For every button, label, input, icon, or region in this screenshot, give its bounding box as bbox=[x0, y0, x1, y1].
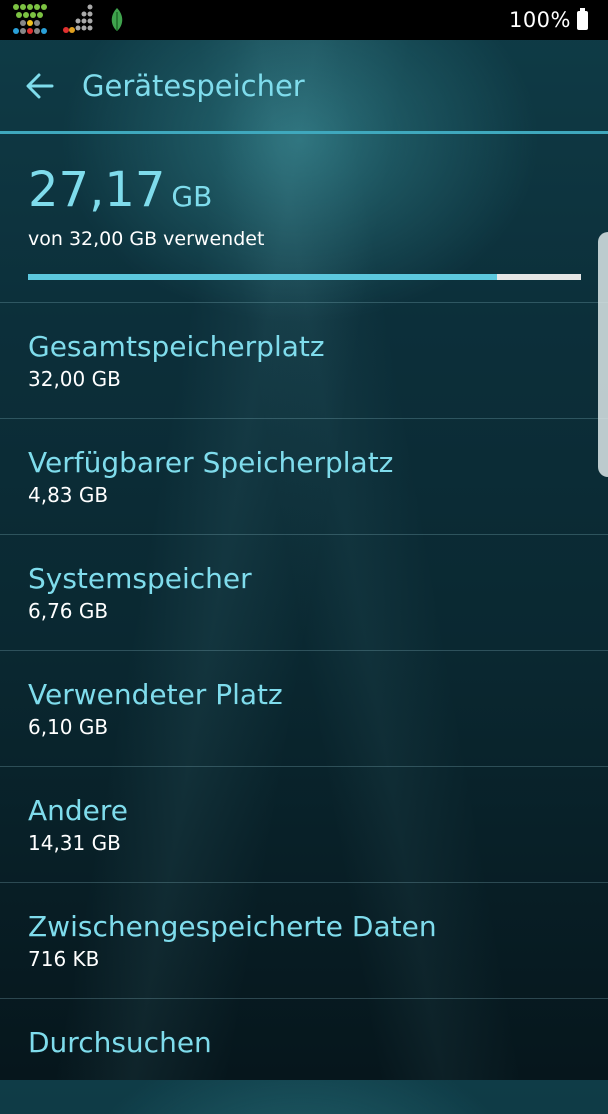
list-item-title: Verfügbarer Speicherplatz bbox=[28, 446, 394, 479]
used-storage-unit: GB bbox=[171, 180, 213, 213]
list-item-value: 32,00 GB bbox=[28, 367, 121, 391]
list-item-value: 6,76 GB bbox=[28, 599, 109, 623]
game-app-icon bbox=[13, 4, 47, 34]
battery-icon bbox=[577, 7, 588, 30]
signal-strength-icon bbox=[63, 4, 93, 33]
used-storage-value: 27,17 bbox=[28, 162, 166, 218]
list-item-title: Verwendeter Platz bbox=[28, 678, 283, 711]
storage-summary: 27,17 GB von 32,00 GB verwendet bbox=[28, 160, 581, 280]
list-item-browse[interactable]: Durchsuchen bbox=[0, 998, 608, 1114]
back-button[interactable] bbox=[20, 66, 60, 106]
list-item-value: 14,31 GB bbox=[28, 831, 121, 855]
list-item-title: Gesamtspeicherplatz bbox=[28, 330, 325, 363]
battery-percentage: 100% bbox=[508, 8, 571, 32]
list-item-system-storage[interactable]: Systemspeicher 6,76 GB bbox=[0, 534, 608, 650]
list-item-value: 4,83 GB bbox=[28, 483, 109, 507]
list-item-title: Systemspeicher bbox=[28, 562, 252, 595]
app-bar: Gerätespeicher bbox=[0, 40, 608, 132]
list-item-available-storage[interactable]: Verfügbarer Speicherplatz 4,83 GB bbox=[0, 418, 608, 534]
list-item-value: 6,10 GB bbox=[28, 715, 109, 739]
list-item-title: Durchsuchen bbox=[28, 1026, 212, 1059]
storage-progress-bar bbox=[28, 274, 581, 280]
list-item-cached-data[interactable]: Zwischengespeicherte Daten 716 KB bbox=[0, 882, 608, 998]
list-item-value: 716 KB bbox=[28, 947, 100, 971]
list-item-title: Andere bbox=[28, 794, 129, 827]
list-item-total-storage[interactable]: Gesamtspeicherplatz 32,00 GB bbox=[0, 302, 608, 418]
list-item-used-space[interactable]: Verwendeter Platz 6,10 GB bbox=[0, 650, 608, 766]
storage-list: Gesamtspeicherplatz 32,00 GB Verfügbarer… bbox=[0, 302, 608, 1114]
list-item-other[interactable]: Andere 14,31 GB bbox=[0, 766, 608, 882]
used-storage-caption: von 32,00 GB verwendet bbox=[28, 228, 265, 250]
status-bar: 100% bbox=[0, 0, 608, 40]
storage-progress-fill bbox=[28, 274, 498, 280]
list-item-title: Zwischengespeicherte Daten bbox=[28, 910, 437, 943]
back-arrow-icon bbox=[26, 73, 54, 99]
edge-panel-handle[interactable] bbox=[598, 232, 608, 477]
page-title: Gerätespeicher bbox=[82, 69, 305, 103]
app-bar-divider bbox=[0, 131, 608, 134]
leaf-icon bbox=[111, 8, 123, 31]
